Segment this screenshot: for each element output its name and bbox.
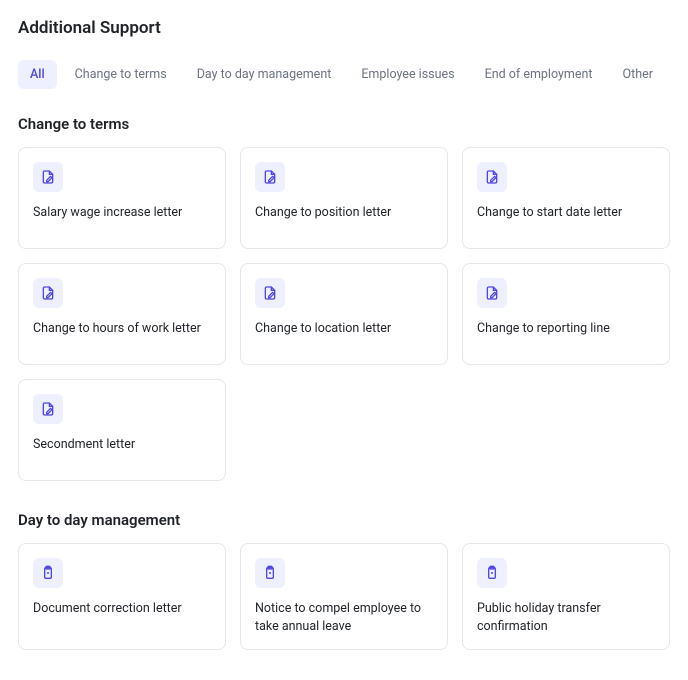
document-edit-icon	[33, 278, 63, 308]
document-edit-icon	[33, 162, 63, 192]
template-card[interactable]: Salary wage increase letter	[18, 147, 226, 249]
template-card[interactable]: Change to position letter	[240, 147, 448, 249]
card-title: Change to hours of work letter	[33, 320, 211, 338]
section-heading: Change to terms	[18, 115, 670, 133]
card-title: Document correction letter	[33, 600, 211, 618]
tab-all[interactable]: All	[18, 60, 57, 89]
card-title: Change to start date letter	[477, 204, 655, 222]
card-title: Secondment letter	[33, 436, 211, 454]
document-edit-icon	[477, 278, 507, 308]
document-edit-icon	[255, 162, 285, 192]
card-title: Salary wage increase letter	[33, 204, 211, 222]
tab-day-to-day-management[interactable]: Day to day management	[185, 60, 344, 89]
tab-change-to-terms[interactable]: Change to terms	[63, 60, 179, 89]
card-title: Notice to compel employee to take annual…	[255, 600, 433, 635]
document-edit-icon	[33, 394, 63, 424]
card-title: Change to position letter	[255, 204, 433, 222]
page-title: Additional Support	[18, 18, 670, 38]
tab-other[interactable]: Other	[611, 60, 665, 89]
card-title: Public holiday transfer confirmation	[477, 600, 655, 635]
tab-end-of-employment[interactable]: End of employment	[473, 60, 605, 89]
template-card[interactable]: Notice to compel employee to take annual…	[240, 543, 448, 650]
template-card[interactable]: Public holiday transfer confirmation	[462, 543, 670, 650]
template-card[interactable]: Secondment letter	[18, 379, 226, 481]
clipboard-icon	[255, 558, 285, 588]
card-title: Change to location letter	[255, 320, 433, 338]
document-edit-icon	[255, 278, 285, 308]
tabs-bar: AllChange to termsDay to day managementE…	[18, 60, 670, 89]
clipboard-icon	[477, 558, 507, 588]
clipboard-icon	[33, 558, 63, 588]
section-heading: Day to day management	[18, 511, 670, 529]
template-card[interactable]: Change to start date letter	[462, 147, 670, 249]
document-edit-icon	[477, 162, 507, 192]
card-grid: Document correction letter Notice to comp…	[18, 543, 670, 650]
template-card[interactable]: Document correction letter	[18, 543, 226, 650]
template-card[interactable]: Change to location letter	[240, 263, 448, 365]
template-card[interactable]: Change to hours of work letter	[18, 263, 226, 365]
card-title: Change to reporting line	[477, 320, 655, 338]
tab-employee-issues[interactable]: Employee issues	[349, 60, 466, 89]
template-card[interactable]: Change to reporting line	[462, 263, 670, 365]
card-grid: Salary wage increase letter Change to pos…	[18, 147, 670, 481]
